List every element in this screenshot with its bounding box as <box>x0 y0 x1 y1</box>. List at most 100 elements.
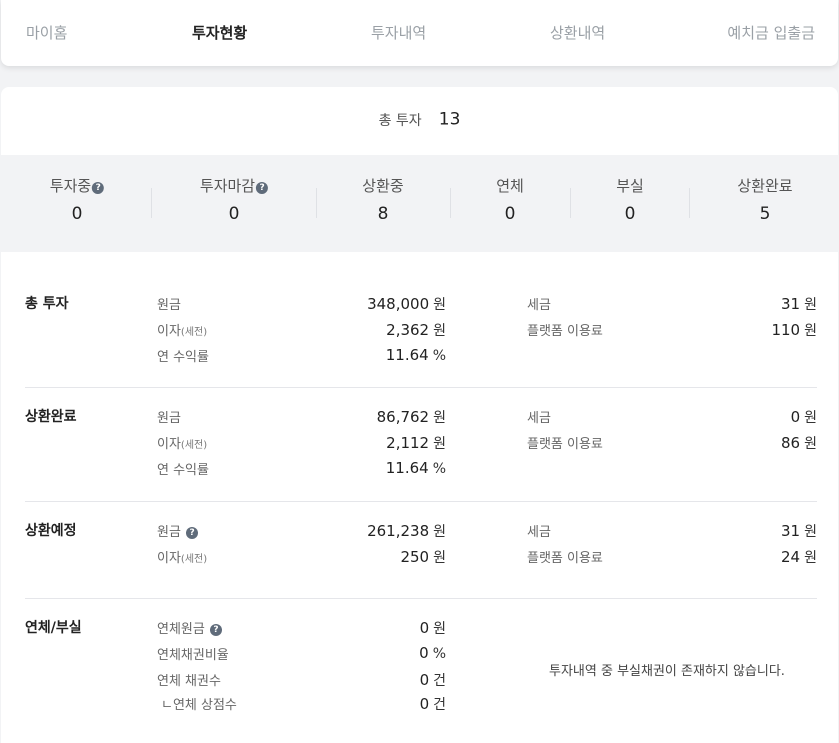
status-divider <box>316 188 317 218</box>
status-repaying: 상환중 8 <box>362 175 403 224</box>
platform-fee-row: 플랫폼 이용료 24 원 <box>527 547 817 567</box>
yield-row: 연 수익률 11.64% <box>157 346 446 366</box>
principal-label: 원금 <box>157 298 181 313</box>
unit-won: 원 <box>804 297 817 313</box>
status-value: 0 <box>504 204 516 224</box>
interest-label: 이자 <box>157 551 181 566</box>
total-investment-label: 총 투자 <box>378 112 422 129</box>
status-completed: 상환완료 5 <box>737 175 792 224</box>
interest-row: 이자(세전) 2,112 원 <box>157 433 446 453</box>
principal-label: 원금 <box>157 411 181 426</box>
platform-fee-label: 플랫폼 이용료 <box>527 437 603 452</box>
unit-won: 원 <box>433 524 446 540</box>
interest-row: 이자(세전) 250 원 <box>157 547 446 567</box>
tax-label: 세금 <box>527 298 551 313</box>
unit-count: 건 <box>433 697 446 713</box>
status-label: 상환중 <box>362 177 404 195</box>
tab-deposit-withdrawal[interactable]: 예치금 입출금 <box>727 22 815 43</box>
overdue-ratio-value: 0 <box>419 644 429 662</box>
question-circle-icon[interactable]: ? <box>92 182 105 194</box>
status-funding-closed: 투자마감? 0 <box>199 175 269 224</box>
yield-label: 연 수익률 <box>157 350 209 365</box>
overdue-bonds-row: 연체 채권수 0건 <box>157 670 446 690</box>
overdue-bonds-label: 연체 채권수 <box>157 674 221 689</box>
overdue-merchants-value: 0 <box>419 695 430 713</box>
question-circle-icon[interactable]: ? <box>209 624 222 636</box>
question-circle-icon[interactable]: ? <box>256 182 269 194</box>
overdue-principal-row: 연체원금 ? 0원 <box>157 618 446 638</box>
tax-label: 세금 <box>527 411 551 426</box>
unit-won: 원 <box>804 550 817 566</box>
principal-value: 348,000 <box>367 295 430 313</box>
overdue-principal-value: 0 <box>419 619 430 637</box>
platform-fee-row: 플랫폼 이용료 110 원 <box>527 320 817 340</box>
interest-value: 2,362 <box>386 321 430 339</box>
section-divider <box>25 387 817 388</box>
unit-won: 원 <box>433 436 446 452</box>
interest-label: 이자 <box>157 437 181 452</box>
no-bad-debt-note: 투자내역 중 부실채권이 존재하지 않습니다. <box>549 664 785 679</box>
unit-won: 원 <box>804 436 817 452</box>
tax-row: 세금 31 원 <box>527 521 817 541</box>
status-divider <box>689 188 690 218</box>
status-value: 0 <box>228 204 240 224</box>
question-circle-icon[interactable]: ? <box>186 527 199 539</box>
tax-row: 세금 0원 <box>527 407 817 427</box>
section-repayment-completed: 상환완료 원금 86,762 원 이자(세전) 2,112 원 연 수익률 11.6… <box>25 406 817 506</box>
tab-investment-history[interactable]: 투자내역 <box>371 22 426 43</box>
section-overdue-default: 연체/부실 연체원금 ? 0원 연체채권비율 0% 연체 채권수 0건 ㄴ연체 … <box>25 617 817 727</box>
principal-row: 원금 86,762 원 <box>157 407 446 427</box>
pretax-label: (세전) <box>180 327 208 338</box>
total-investment-count: 총 투자 13 <box>1 109 838 130</box>
tab-my-home[interactable]: 마이홈 <box>26 22 67 43</box>
overdue-ratio-row: 연체채권비율 0% <box>157 644 446 664</box>
unit-percent: % <box>432 646 446 662</box>
unit-won: 원 <box>433 297 446 313</box>
overdue-bonds-value: 0 <box>419 671 430 689</box>
interest-value: 2,112 <box>386 434 430 452</box>
section-title: 연체/부실 <box>25 620 82 636</box>
section-title: 상환예정 <box>25 523 77 539</box>
status-value: 5 <box>759 204 771 224</box>
principal-label: 원금 <box>157 525 181 540</box>
tax-row: 세금 31 원 <box>527 294 817 314</box>
unit-won: 원 <box>433 410 446 426</box>
principal-value: 86,762 <box>376 408 430 426</box>
yield-row: 연 수익률 11.64% <box>157 459 446 479</box>
status-label: 투자마감 <box>199 177 256 195</box>
platform-fee-value: 24 <box>781 548 801 566</box>
section-repayment-scheduled: 상환예정 원금 ? 261,238 원 이자(세전) 250 원 세금 31 원 플랫… <box>25 520 817 600</box>
yield-value: 11.64 <box>385 459 429 477</box>
platform-fee-value: 86 <box>781 434 801 452</box>
status-overdue: 연체 0 <box>496 175 524 224</box>
platform-fee-label: 플랫폼 이용료 <box>527 324 603 339</box>
status-value: 8 <box>377 204 389 224</box>
status-label: 연체 <box>496 177 524 195</box>
section-title: 총 투자 <box>25 296 69 312</box>
principal-row: 원금 348,000 원 <box>157 294 446 314</box>
top-tab-bar: 마이홈 투자현황 투자내역 상환내역 예치금 입출금 <box>1 0 838 66</box>
tab-investment-status[interactable]: 투자현황 <box>192 22 247 43</box>
platform-fee-row: 플랫폼 이용료 86 원 <box>527 433 817 453</box>
status-divider <box>570 188 571 218</box>
tax-value: 0 <box>790 408 801 426</box>
status-investing: 투자중? 0 <box>49 175 105 224</box>
status-label: 투자중 <box>49 177 92 195</box>
pretax-label: (세전) <box>180 440 208 451</box>
status-divider <box>151 188 152 218</box>
unit-won: 원 <box>433 621 446 637</box>
section-title: 상환완료 <box>25 409 77 425</box>
unit-won: 원 <box>804 323 817 339</box>
tax-value: 31 <box>781 522 801 540</box>
tab-repayment-history[interactable]: 상환내역 <box>550 22 605 43</box>
unit-percent: % <box>432 461 446 477</box>
status-label: 부실 <box>616 177 644 195</box>
principal-value: 261,238 <box>367 522 430 540</box>
section-total-investment: 총 투자 원금 348,000 원 이자(세전) 2,362 원 연 수익률 11.… <box>25 293 817 393</box>
overdue-ratio-label: 연체채권비율 <box>157 648 229 663</box>
overdue-principal-label: 연체원금 <box>157 622 205 637</box>
overdue-merchants-row: ㄴ연체 상점수 0건 <box>161 694 446 714</box>
unit-percent: % <box>432 348 446 364</box>
interest-value: 250 <box>400 548 430 566</box>
unit-count: 건 <box>433 673 446 689</box>
